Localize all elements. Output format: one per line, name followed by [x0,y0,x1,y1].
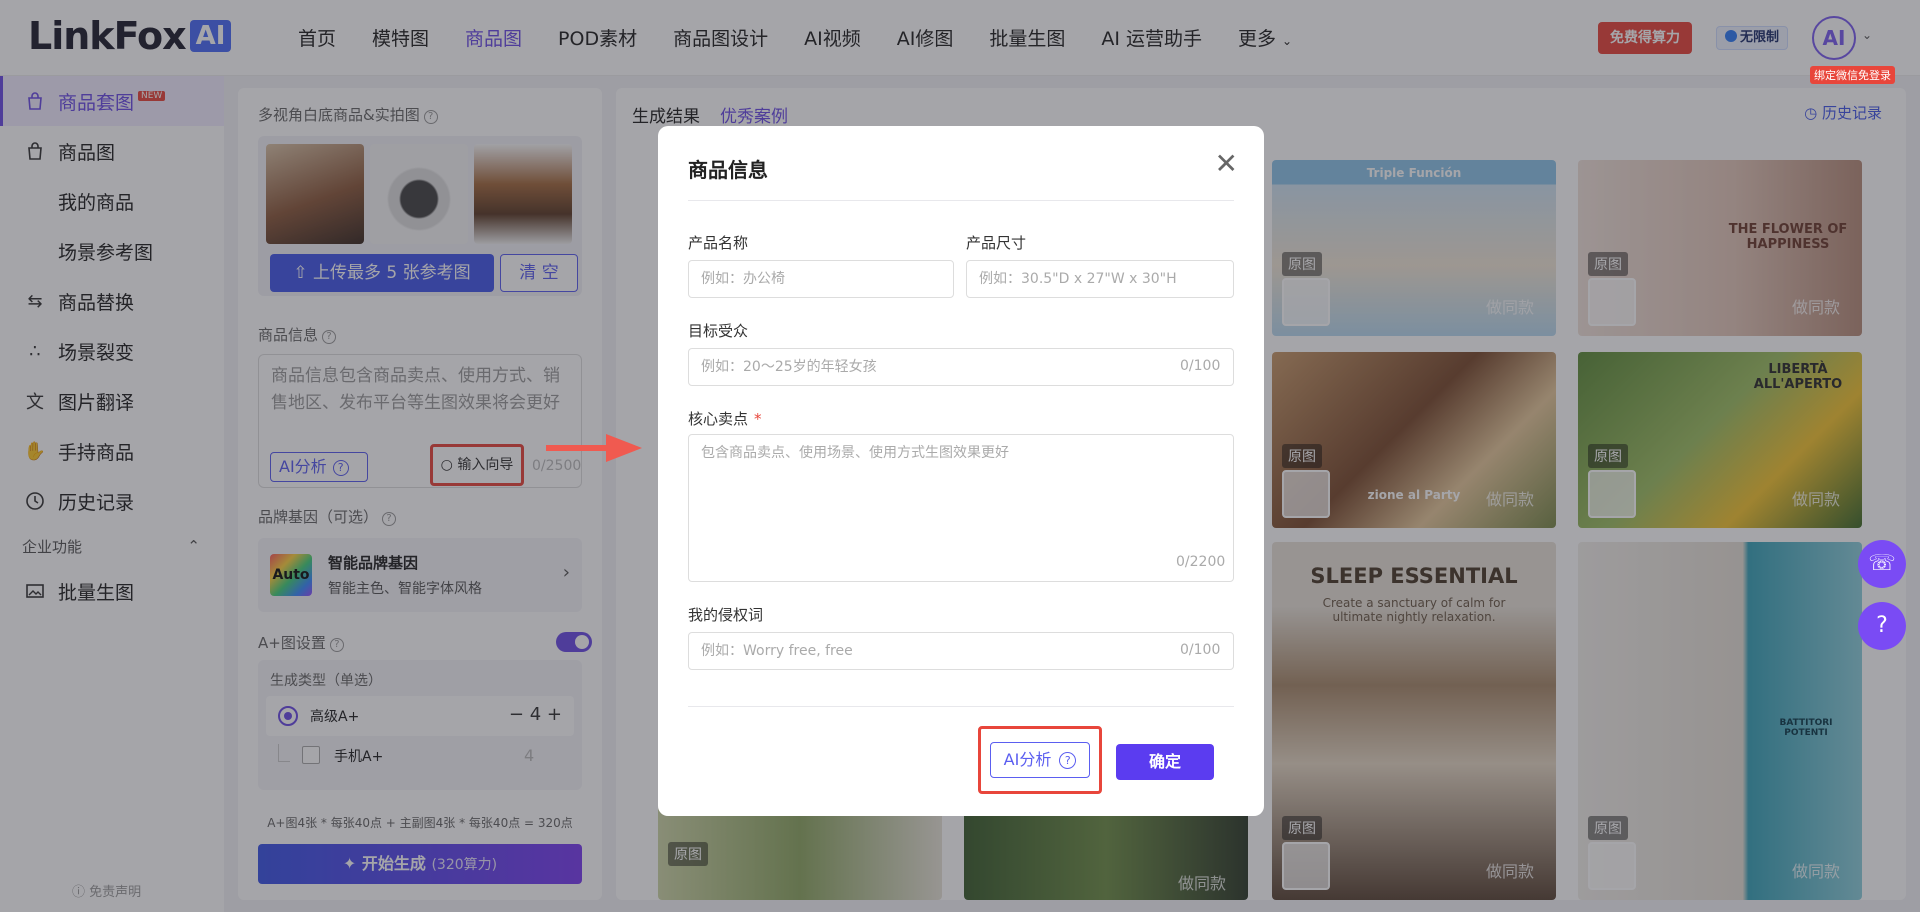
support-headset-icon[interactable]: ☏ [1858,540,1906,588]
core-selling-textarea[interactable]: 包含商品卖点、使用场景、使用方式生图效果更好 [688,434,1234,582]
product-name-label: 产品名称 [688,234,749,252]
target-audience-label: 目标受众 [688,322,749,340]
annotation-arrow-icon [546,434,642,462]
confirm-button[interactable]: 确定 [1116,744,1214,780]
product-size-input[interactable]: 例如：30.5"D x 27"W x 30"H [966,260,1234,298]
help-icon: ? [1059,752,1077,769]
audience-count: 0/100 [1180,358,1221,374]
infringe-count: 0/100 [1180,642,1221,658]
target-audience-input[interactable]: 例如：20～25岁的年轻女孩 [688,348,1234,386]
ai-analysis-label: AI分析 [1003,750,1052,769]
ai-analysis-button[interactable]: AI分析? [990,742,1090,778]
divider [688,200,1234,201]
wechat-login-tag[interactable]: 绑定微信免登录 [1810,66,1895,84]
core-selling-label: 核心卖点 * [688,408,762,429]
infringement-words-input[interactable]: 例如：Worry free, free [688,632,1234,670]
divider [688,706,1234,707]
required-marker: * [754,410,762,428]
selling-count: 0/2200 [1176,554,1226,570]
product-size-label: 产品尺寸 [966,234,1027,252]
product-info-dialog: 商品信息 ✕ 产品名称 例如：办公椅 产品尺寸 例如：30.5"D x 27"W… [658,126,1264,816]
dialog-title: 商品信息 [688,158,768,182]
core-selling-label-text: 核心卖点 [688,410,749,428]
infringement-words-label: 我的侵权词 [688,606,764,624]
product-name-input[interactable]: 例如：办公椅 [688,260,954,298]
close-icon[interactable]: ✕ [1215,150,1238,178]
help-icon[interactable]: ? [1858,602,1906,650]
